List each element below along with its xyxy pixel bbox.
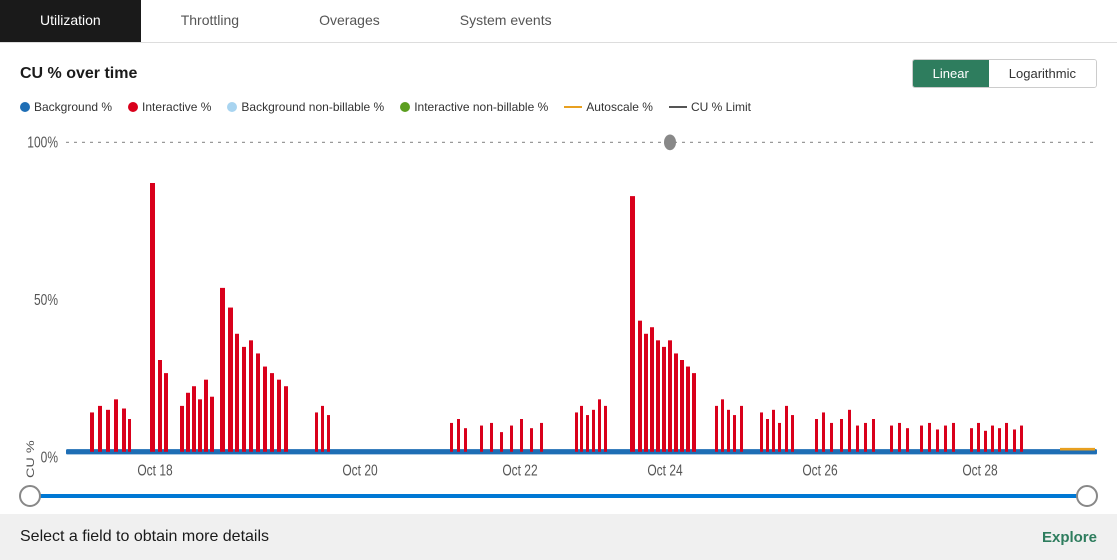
background-nonbillable-dot <box>227 102 237 112</box>
legend-autoscale: Autoscale % <box>564 100 653 114</box>
legend-background-label: Background % <box>34 100 112 114</box>
tab-bar: Utilization Throttling Overages System e… <box>0 0 1117 43</box>
legend-interactive-nonbillable-label: Interactive non-billable % <box>414 100 548 114</box>
explore-button[interactable]: Explore <box>1042 529 1097 546</box>
svg-text:Oct 18: Oct 18 <box>137 461 173 478</box>
legend-interactive-nonbillable: Interactive non-billable % <box>400 100 548 114</box>
range-fill <box>30 494 1087 498</box>
tab-system-events[interactable]: System events <box>420 0 592 42</box>
linear-button[interactable]: Linear <box>913 60 989 87</box>
svg-text:Oct 28: Oct 28 <box>962 461 998 478</box>
svg-text:Oct 26: Oct 26 <box>802 461 838 478</box>
logarithmic-button[interactable]: Logarithmic <box>989 60 1096 87</box>
chart-svg: 100% 50% 0% <box>20 124 1097 478</box>
chart-area: 100% 50% 0% <box>20 124 1097 478</box>
range-thumb-right[interactable] <box>1076 485 1098 507</box>
legend-background: Background % <box>20 100 112 114</box>
bottom-text: Select a field to obtain more details <box>20 528 269 546</box>
range-slider[interactable] <box>20 478 1097 514</box>
legend-background-nonbillable: Background non-billable % <box>227 100 384 114</box>
main-content: CU % over time Linear Logarithmic Backgr… <box>0 43 1117 514</box>
range-line <box>30 494 1087 498</box>
tab-utilization[interactable]: Utilization <box>0 0 141 42</box>
svg-text:Oct 20: Oct 20 <box>342 461 378 478</box>
legend-cu-limit-label: CU % Limit <box>691 100 751 114</box>
chart-title: CU % over time <box>20 65 137 83</box>
svg-text:CU %: CU % <box>24 440 37 478</box>
scale-toggle: Linear Logarithmic <box>912 59 1097 88</box>
tab-overages[interactable]: Overages <box>279 0 420 42</box>
interactive-nonbillable-dot <box>400 102 410 112</box>
autoscale-dash <box>564 106 582 108</box>
chart-legend: Background % Interactive % Background no… <box>20 100 1097 114</box>
tab-throttling[interactable]: Throttling <box>141 0 279 42</box>
legend-background-nonbillable-label: Background non-billable % <box>241 100 384 114</box>
svg-text:50%: 50% <box>34 290 58 308</box>
svg-text:100%: 100% <box>27 133 58 151</box>
interactive-dot <box>128 102 138 112</box>
cu-limit-dash <box>669 106 687 108</box>
background-dot <box>20 102 30 112</box>
legend-cu-limit: CU % Limit <box>669 100 751 114</box>
range-thumb-left[interactable] <box>19 485 41 507</box>
legend-autoscale-label: Autoscale % <box>586 100 653 114</box>
legend-interactive: Interactive % <box>128 100 211 114</box>
range-track <box>30 486 1087 506</box>
app-container: Utilization Throttling Overages System e… <box>0 0 1117 560</box>
bottom-bar: Select a field to obtain more details Ex… <box>0 514 1117 560</box>
svg-text:Oct 22: Oct 22 <box>502 461 538 478</box>
svg-text:Oct 24: Oct 24 <box>647 461 683 478</box>
svg-text:0%: 0% <box>41 448 58 466</box>
legend-interactive-label: Interactive % <box>142 100 211 114</box>
chart-header: CU % over time Linear Logarithmic <box>20 59 1097 88</box>
